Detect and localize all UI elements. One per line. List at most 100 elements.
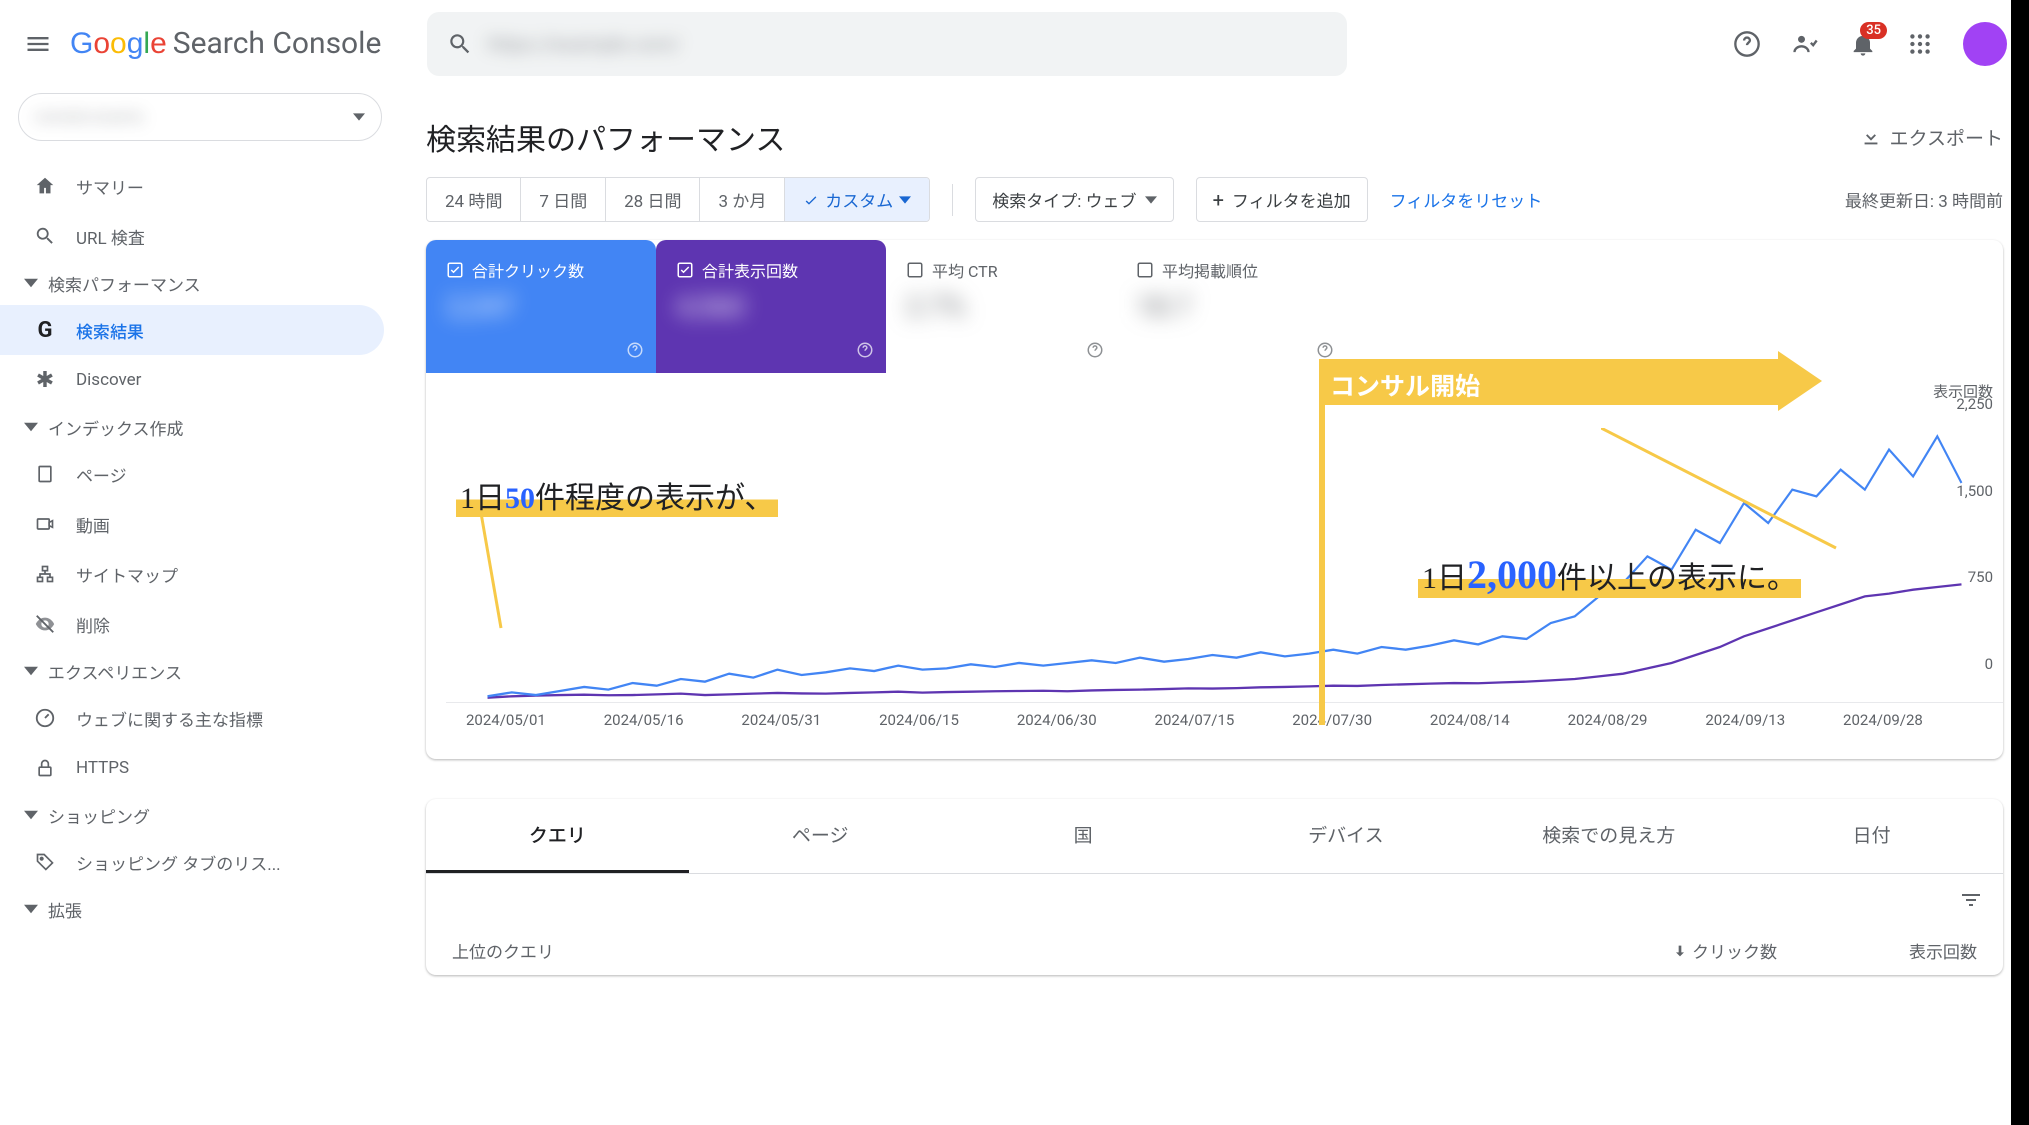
search-input[interactable]: https://example.com/ [427,12,1347,76]
y-tick-label: 750 [1968,568,1993,586]
menu-icon[interactable] [22,28,54,60]
x-tick-label: 2024/07/30 [1292,711,1372,729]
date-24h-button[interactable]: 24 時間 [427,178,521,221]
info-icon[interactable] [626,341,644,363]
scrollbar[interactable] [2011,0,2029,1125]
group-performance[interactable]: 検索パフォーマンス [0,261,400,305]
nav-discover-label: Discover [76,370,141,390]
metric-clicks-tile[interactable]: 合計クリック数 2,247 [426,240,656,373]
date-28d-button[interactable]: 28 日間 [606,178,700,221]
speed-icon [32,707,58,729]
collapse-icon [24,420,38,434]
filter-list-icon[interactable] [1959,888,1983,912]
page-title: 検索結果のパフォーマンス [426,115,785,159]
annotation-left: 1日50件程度の表示が、 [456,473,778,517]
metric-ctr-label: 平均 CTR [932,258,998,282]
date-7d-button[interactable]: 7 日間 [521,178,606,221]
date-3m-button[interactable]: 3 か月 [700,178,785,221]
nav-video[interactable]: 動画 [0,499,384,549]
nav-discover[interactable]: ✱ Discover [0,355,384,405]
x-tick-label: 2024/07/15 [1155,711,1235,729]
tab-countries[interactable]: 国 [952,799,1215,873]
export-button[interactable]: エクスポート [1860,124,2003,151]
search-type-filter[interactable]: 検索タイプ: ウェブ [975,177,1173,222]
nav-pages-label: ページ [76,462,127,487]
annotation-consult-label: コンサル開始 [1330,367,1480,403]
export-label: エクスポート [1890,124,2003,151]
tab-dates[interactable]: 日付 [1740,799,2003,873]
metric-clicks-label: 合計クリック数 [472,258,584,282]
avatar[interactable] [1963,22,2007,66]
group-indexing[interactable]: インデックス作成 [0,405,400,449]
metric-impressions-label: 合計表示回数 [702,258,798,282]
group-enhancements[interactable]: 拡張 [0,887,400,931]
home-icon [32,175,58,197]
nav-sitemaps[interactable]: サイトマップ [0,549,384,599]
collapse-icon [24,808,38,822]
date-custom-button[interactable]: カスタム [785,178,929,221]
add-filter-button[interactable]: + フィルタを追加 [1196,177,1368,222]
group-performance-label: 検索パフォーマンス [48,271,201,296]
dropdown-icon [1145,194,1157,206]
nav-https[interactable]: HTTPS [0,743,384,793]
x-tick-label: 2024/05/31 [741,711,821,729]
property-selector[interactable]: example property [18,93,382,141]
discover-icon: ✱ [32,368,58,393]
x-tick-label: 2024/08/14 [1430,711,1510,729]
video-icon [32,514,58,534]
product-logo[interactable]: Google Search Console [70,26,381,61]
collapse-icon [24,276,38,290]
nav-removals-label: 削除 [76,612,110,637]
nav-shopping-listings[interactable]: ショッピング タブのリス... [0,837,384,887]
visibility-off-icon [32,613,58,635]
people-icon[interactable] [1791,30,1819,58]
nav-removals[interactable]: 削除 [0,599,384,649]
th-impressions[interactable]: 表示回数 [1817,938,1977,963]
nav-cwv[interactable]: ウェブに関する主な指標 [0,693,384,743]
annotation-vertical-line [1319,405,1325,725]
info-icon[interactable] [856,341,874,363]
tab-pages[interactable]: ページ [689,799,952,873]
group-shopping[interactable]: ショッピング [0,793,400,837]
info-icon[interactable] [1086,341,1104,363]
nav-search-results-label: 検索結果 [76,318,144,343]
x-tick-label: 2024/08/29 [1568,711,1648,729]
x-tick-label: 2024/09/28 [1843,711,1923,729]
lock-icon [32,758,58,778]
nav-pages[interactable]: ページ [0,449,384,499]
download-icon [1860,126,1882,148]
nav-url-inspect-label: URL 検査 [76,224,145,249]
tab-queries[interactable]: クエリ [426,799,689,873]
tab-devices[interactable]: デバイス [1214,799,1477,873]
search-icon [447,31,473,57]
check-icon [803,192,819,208]
th-clicks[interactable]: クリック数 [1672,938,1777,963]
notifications-icon[interactable]: 35 [1849,30,1877,58]
apps-icon[interactable] [1907,31,1933,57]
reset-filters-button[interactable]: フィルタをリセット [1390,187,1543,212]
tag-icon [32,852,58,872]
checkbox-unchecked-icon [906,261,924,279]
nav-url-inspect[interactable]: URL 検査 [0,211,384,261]
group-experience[interactable]: エクスペリエンス [0,649,400,693]
x-tick-label: 2024/09/13 [1705,711,1785,729]
page-icon [32,464,58,484]
tab-appearance[interactable]: 検索での見え方 [1477,799,1740,873]
nav-search-results[interactable]: G 検索結果 [0,305,384,355]
x-tick-label: 2024/05/01 [466,711,546,729]
sitemap-icon [32,564,58,584]
sidebar: example property サマリー URL 検査 検索パフォーマンス G… [0,87,400,1125]
product-name-label: Search Console [173,26,382,61]
help-icon[interactable] [1733,30,1761,58]
chevron-down-icon [353,111,365,123]
nav-summary[interactable]: サマリー [0,161,384,211]
metric-position-tile[interactable]: 平均掲載順位 18.7 [1116,240,1346,373]
annotation-line-left [446,513,506,643]
metric-ctr-tile[interactable]: 平均 CTR 2.7% [886,240,1116,373]
date-range-segments: 24 時間 7 日間 28 日間 3 か月 カスタム [426,177,930,222]
metric-impressions-tile[interactable]: 合計表示回数 4,560 [656,240,886,373]
x-tick-label: 2024/05/16 [604,711,684,729]
search-icon [32,225,58,247]
main-content: 検索結果のパフォーマンス エクスポート 24 時間 7 日間 28 日間 3 か… [400,87,2029,1125]
nav-sitemaps-label: サイトマップ [76,562,178,587]
